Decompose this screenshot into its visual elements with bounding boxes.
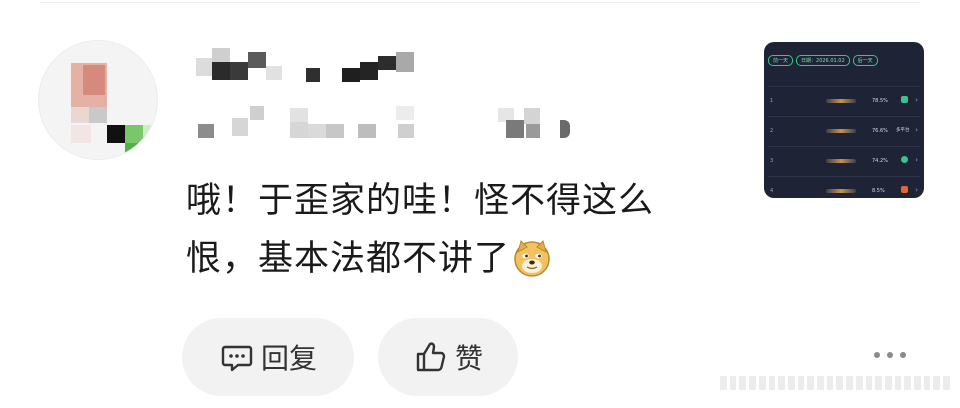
thumbnail-date: 日期：2026.01.02 bbox=[796, 55, 850, 66]
thumbs-up-icon bbox=[413, 339, 449, 375]
thumbnail-percent: 78.5% bbox=[872, 98, 888, 104]
thumbnail-score-bar bbox=[826, 129, 856, 133]
thumbnail-percent: 76.6% bbox=[872, 128, 888, 134]
thumbnail-rank: 3 bbox=[770, 158, 774, 164]
thumbnail-score-bar bbox=[826, 99, 856, 103]
thumbnail-rank: 4 bbox=[770, 188, 774, 194]
thumbnail-score-bar bbox=[826, 189, 856, 193]
thumbnail-next-day: 后一天 bbox=[852, 55, 878, 66]
thumbnail-row: 2 76.6% 多平台 › bbox=[768, 116, 920, 147]
comment-line-1: 哦！于歪家的哇！怪不得这么 bbox=[186, 181, 655, 221]
comment-line-2: 恨，基本法都不讲了 bbox=[186, 230, 726, 288]
thumbnail-rank: 2 bbox=[770, 128, 774, 134]
chevron-right-icon: › bbox=[915, 156, 918, 164]
comment-body: 哦！于歪家的哇！怪不得这么 恨，基本法都不讲了 bbox=[186, 172, 726, 288]
thumbnail-platform-icon bbox=[901, 156, 908, 163]
thumbnail-prev-day: 前一天 bbox=[768, 55, 794, 66]
attached-image-thumbnail[interactable]: 前一天 日期：2026.01.02 后一天 1 78.5% › 2 76.6% … bbox=[764, 42, 924, 198]
thumbnail-percent: 74.2% bbox=[872, 158, 888, 164]
thumbnail-header bbox=[764, 72, 924, 84]
thumbnail-row: 3 74.2% › bbox=[768, 146, 920, 177]
chevron-right-icon: › bbox=[915, 186, 918, 194]
thumbnail-platform-icon bbox=[901, 186, 908, 193]
chevron-right-icon: › bbox=[915, 96, 918, 104]
like-label: 赞 bbox=[454, 342, 483, 375]
thumbnail-row: 1 78.5% › bbox=[768, 86, 920, 117]
thumbnail-percent: 8.5% bbox=[872, 188, 885, 194]
avatar[interactable] bbox=[38, 40, 158, 160]
comment-bubble-icon bbox=[219, 339, 255, 375]
thumbnail-platform-icon bbox=[901, 96, 908, 103]
reply-button[interactable]: 回复 bbox=[182, 318, 354, 396]
username[interactable] bbox=[196, 48, 616, 148]
like-button[interactable]: 赞 bbox=[378, 318, 518, 396]
thumbnail-row: 4 8.5% › bbox=[768, 176, 920, 198]
thumbnail-rank: 1 bbox=[770, 98, 774, 104]
chevron-right-icon: › bbox=[915, 126, 918, 134]
doge-emoji bbox=[512, 238, 552, 278]
top-divider bbox=[40, 2, 920, 3]
thumbnail-date-nav: 前一天 日期：2026.01.02 后一天 bbox=[768, 55, 878, 66]
thumbnail-action: 多平台 bbox=[896, 128, 910, 133]
reply-label: 回复 bbox=[260, 342, 317, 375]
watermark bbox=[720, 376, 950, 390]
comment-line-2-text: 恨，基本法都不讲了 bbox=[186, 239, 511, 279]
more-options-icon[interactable] bbox=[874, 348, 914, 362]
thumbnail-score-bar bbox=[826, 159, 856, 163]
